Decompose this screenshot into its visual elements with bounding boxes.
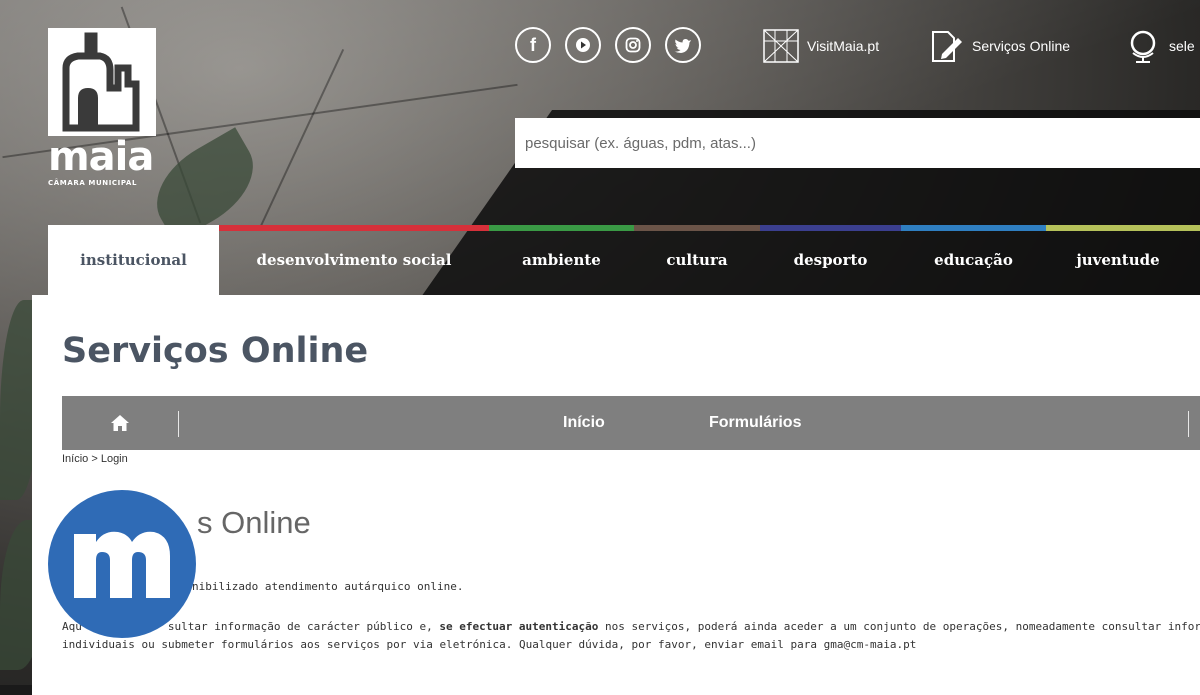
sub-navigation: Início Formulários — [62, 396, 1200, 450]
description-line-2: individuais ou submeter formulários aos … — [62, 638, 917, 651]
intro-paragraph: nibilizado atendimento autárquico online… — [192, 580, 464, 593]
maia-logo[interactable]: maia CÂMARA MUNICIPAL — [48, 28, 156, 188]
visitmaia-link[interactable]: VisitMaia.pt — [763, 27, 879, 65]
instagram-icon[interactable] — [615, 27, 651, 63]
logo-name: maia — [48, 134, 154, 180]
facebook-icon[interactable]: f — [515, 27, 551, 63]
description-part-a: sultar informação de carácter público e, — [167, 620, 440, 633]
breadcrumb: Início > Login — [62, 453, 128, 465]
nav-item-juventude[interactable]: juventude — [1046, 225, 1190, 295]
map-icon — [763, 28, 799, 64]
home-icon[interactable] — [62, 396, 178, 450]
description-bold: se efectuar autenticação — [439, 620, 599, 633]
nav-item-desenvolvimento-social[interactable]: desenvolvimento social — [219, 225, 489, 295]
main-navigation: institucional desenvolvimento social amb… — [48, 225, 1200, 295]
language-label: sele — [1169, 38, 1195, 54]
search-input[interactable] — [515, 118, 1200, 168]
nav-item-cultura[interactable]: cultura — [634, 225, 760, 295]
servicos-online-link[interactable]: Serviços Online — [928, 27, 1070, 65]
subnav-link-formularios[interactable]: Formulários — [709, 396, 801, 450]
m-logo-icon — [48, 490, 196, 638]
content-panel: Serviços Online Início Formulários Iníci… — [32, 295, 1200, 695]
servicos-online-label: Serviços Online — [972, 38, 1071, 54]
visitmaia-label: VisitMaia.pt — [807, 38, 880, 54]
description-paragraph: Aqu sultar informação de carácter público… — [62, 618, 1200, 654]
maia-logo-mark — [48, 28, 156, 136]
page-title: Serviços Online — [62, 331, 369, 371]
twitter-icon[interactable] — [665, 27, 701, 63]
logo-subtitle: CÂMARA MUNICIPAL — [48, 179, 138, 187]
section-heading: s Online — [197, 505, 311, 540]
subnav-link-inicio[interactable]: Início — [563, 396, 605, 450]
nav-item-desporto[interactable]: desporto — [760, 225, 901, 295]
subnav-divider-right — [1188, 411, 1189, 437]
nav-item-ambiente[interactable]: ambiente — [489, 225, 634, 295]
social-links: f — [515, 27, 701, 63]
youtube-icon[interactable] — [565, 27, 601, 63]
nav-item-educacao[interactable]: educação — [901, 225, 1046, 295]
language-selector[interactable]: sele — [1125, 27, 1195, 65]
description-part-b: nos serviços, poderá ainda aceder a um c… — [604, 620, 1200, 633]
subnav-divider — [178, 411, 179, 437]
form-edit-icon — [928, 28, 964, 64]
globe-icon — [1125, 28, 1161, 64]
nav-item-institucional[interactable]: institucional — [48, 225, 219, 295]
